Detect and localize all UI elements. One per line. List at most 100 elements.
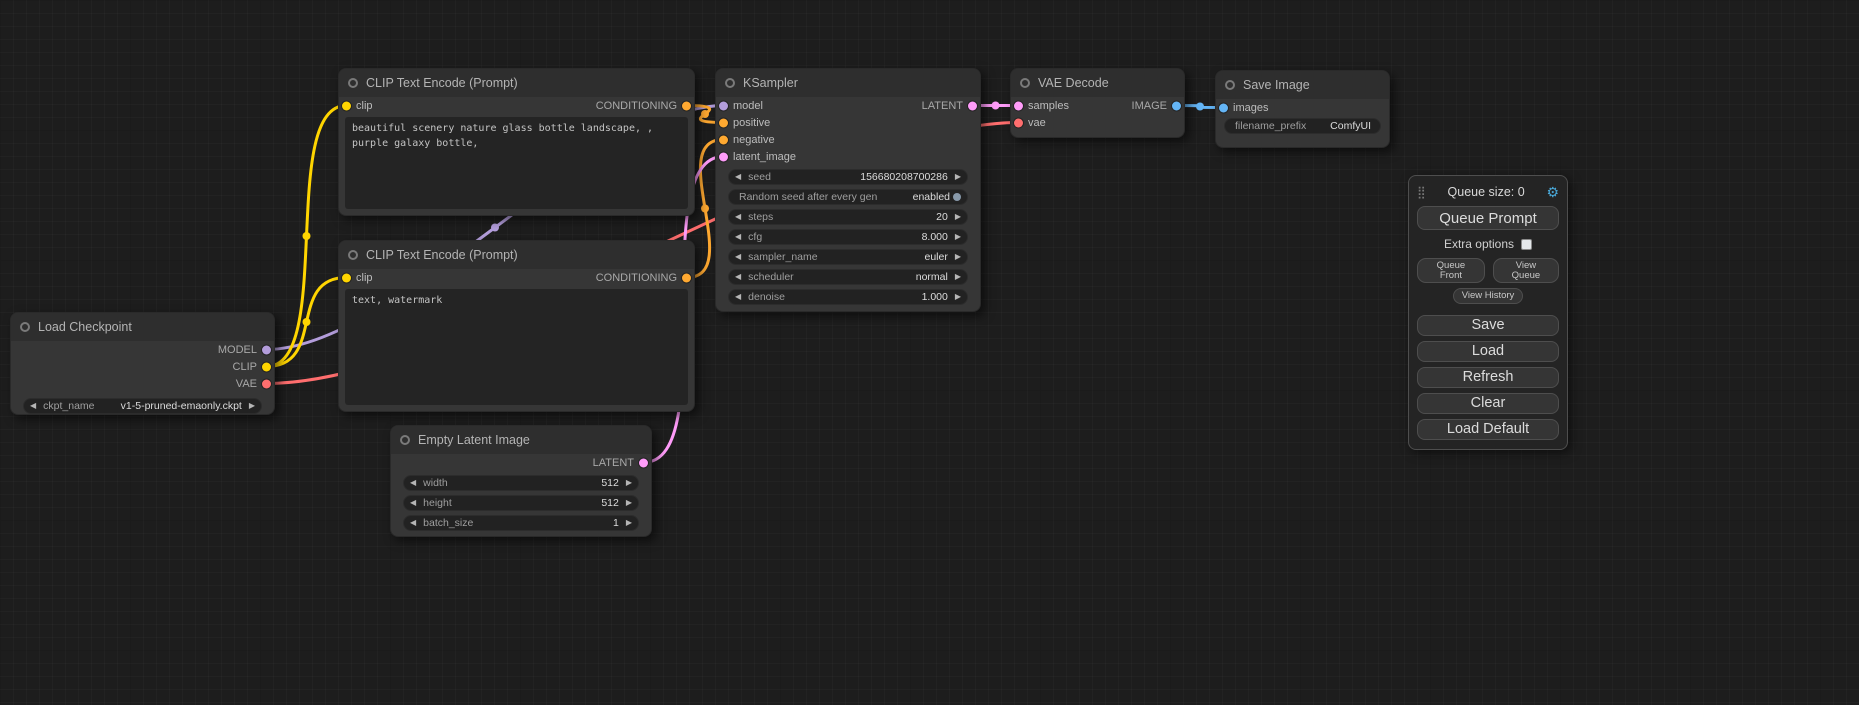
- node-title-bar[interactable]: Save Image: [1216, 71, 1389, 99]
- left-arrow-icon[interactable]: ◀: [735, 253, 741, 261]
- input-port-images[interactable]: [1219, 103, 1228, 112]
- left-arrow-icon[interactable]: ◀: [735, 173, 741, 181]
- output-port-latent[interactable]: [968, 101, 977, 110]
- slot-row: negative: [716, 131, 980, 148]
- collapse-dot-icon[interactable]: [1225, 80, 1235, 90]
- prompt-textarea[interactable]: beautiful scenery nature glass bottle la…: [345, 117, 688, 209]
- output-port-model[interactable]: [262, 345, 271, 354]
- widget-label: batch_size: [423, 518, 473, 529]
- queue-front-button[interactable]: Queue Front: [1417, 258, 1485, 283]
- queue-prompt-button[interactable]: Queue Prompt: [1417, 206, 1559, 230]
- node-clip-text-encode-positive[interactable]: CLIP Text Encode (Prompt) clip CONDITION…: [338, 68, 695, 216]
- output-port-vae[interactable]: [262, 379, 271, 388]
- clear-button[interactable]: Clear: [1417, 393, 1559, 414]
- widget-filename-prefix[interactable]: filename_prefix ComfyUI: [1224, 118, 1381, 134]
- node-load-checkpoint[interactable]: Load Checkpoint MODEL CLIP VAE ◀ ckpt_na…: [10, 312, 275, 415]
- output-label-conditioning: CONDITIONING: [596, 100, 677, 112]
- left-arrow-icon[interactable]: ◀: [735, 233, 741, 241]
- collapse-dot-icon[interactable]: [725, 78, 735, 88]
- widget-scheduler[interactable]: ◀ scheduler normal ▶: [728, 269, 968, 285]
- collapse-dot-icon[interactable]: [348, 78, 358, 88]
- input-port-vae[interactable]: [1014, 118, 1023, 127]
- output-label-conditioning: CONDITIONING: [596, 272, 677, 284]
- drag-handle-icon[interactable]: ⣿: [1417, 185, 1426, 199]
- right-arrow-icon[interactable]: ▶: [955, 253, 961, 261]
- widget-denoise[interactable]: ◀ denoise 1.000 ▶: [728, 289, 968, 305]
- left-arrow-icon[interactable]: ◀: [410, 479, 416, 487]
- prompt-textarea[interactable]: text, watermark: [345, 289, 688, 405]
- node-vae-decode[interactable]: VAE Decode samples IMAGE vae: [1010, 68, 1185, 138]
- input-port-model[interactable]: [719, 101, 728, 110]
- load-default-button[interactable]: Load Default: [1417, 419, 1559, 440]
- right-arrow-icon[interactable]: ▶: [955, 273, 961, 281]
- right-arrow-icon[interactable]: ▶: [626, 499, 632, 507]
- toggle-on-indicator[interactable]: [953, 193, 961, 201]
- left-arrow-icon[interactable]: ◀: [735, 273, 741, 281]
- widget-label: cfg: [748, 232, 762, 243]
- input-port-samples[interactable]: [1014, 101, 1023, 110]
- widget-height[interactable]: ◀ height 512 ▶: [403, 495, 639, 511]
- collapse-dot-icon[interactable]: [20, 322, 30, 332]
- node-graph-canvas[interactable]: Load Checkpoint MODEL CLIP VAE ◀ ckpt_na…: [0, 0, 1859, 705]
- output-port-image[interactable]: [1172, 101, 1181, 110]
- right-arrow-icon[interactable]: ▶: [955, 213, 961, 221]
- widget-batch-size[interactable]: ◀ batch_size 1 ▶: [403, 515, 639, 531]
- widget-steps[interactable]: ◀ steps 20 ▶: [728, 209, 968, 225]
- node-empty-latent-image[interactable]: Empty Latent Image LATENT ◀ width 512 ▶ …: [390, 425, 652, 537]
- node-title-bar[interactable]: CLIP Text Encode (Prompt): [339, 69, 694, 97]
- collapse-dot-icon[interactable]: [400, 435, 410, 445]
- right-arrow-icon[interactable]: ▶: [955, 293, 961, 301]
- input-port-clip[interactable]: [342, 101, 351, 110]
- slot-row: VAE: [11, 375, 274, 392]
- output-port-conditioning[interactable]: [682, 101, 691, 110]
- right-arrow-icon[interactable]: ▶: [955, 173, 961, 181]
- collapse-dot-icon[interactable]: [1020, 78, 1030, 88]
- node-ksampler[interactable]: KSampler model LATENT positive negative …: [715, 68, 981, 312]
- load-button[interactable]: Load: [1417, 341, 1559, 362]
- input-port-latent-image[interactable]: [719, 152, 728, 161]
- widget-label: width: [423, 478, 448, 489]
- left-arrow-icon[interactable]: ◀: [410, 519, 416, 527]
- save-button[interactable]: Save: [1417, 315, 1559, 336]
- widget-label: scheduler: [748, 272, 794, 283]
- right-arrow-icon[interactable]: ▶: [626, 479, 632, 487]
- output-port-conditioning[interactable]: [682, 273, 691, 282]
- right-arrow-icon[interactable]: ▶: [955, 233, 961, 241]
- node-title-bar[interactable]: KSampler: [716, 69, 980, 97]
- input-port-positive[interactable]: [719, 118, 728, 127]
- widget-value: v1-5-pruned-emaonly.ckpt: [121, 401, 242, 412]
- widget-ckpt-name[interactable]: ◀ ckpt_name v1-5-pruned-emaonly.ckpt ▶: [23, 398, 262, 414]
- widget-cfg[interactable]: ◀ cfg 8.000 ▶: [728, 229, 968, 245]
- queue-size-label: Queue size: 0: [1448, 185, 1525, 199]
- node-clip-text-encode-negative[interactable]: CLIP Text Encode (Prompt) clip CONDITION…: [338, 240, 695, 412]
- widget-sampler-name[interactable]: ◀ sampler_name euler ▶: [728, 249, 968, 265]
- node-title-bar[interactable]: Empty Latent Image: [391, 426, 651, 454]
- input-port-negative[interactable]: [719, 135, 728, 144]
- widget-width[interactable]: ◀ width 512 ▶: [403, 475, 639, 491]
- widget-label: sampler_name: [748, 252, 817, 263]
- node-title-bar[interactable]: CLIP Text Encode (Prompt): [339, 241, 694, 269]
- settings-gear-icon[interactable]: ⚙: [1546, 184, 1559, 201]
- input-port-clip[interactable]: [342, 273, 351, 282]
- node-title-bar[interactable]: VAE Decode: [1011, 69, 1184, 97]
- left-arrow-icon[interactable]: ◀: [735, 213, 741, 221]
- node-save-image[interactable]: Save Image images filename_prefix ComfyU…: [1215, 70, 1390, 148]
- widget-label: Random seed after every gen: [739, 192, 877, 203]
- right-arrow-icon[interactable]: ▶: [249, 402, 255, 410]
- widget-seed[interactable]: ◀ seed 156680208700286 ▶: [728, 169, 968, 185]
- refresh-button[interactable]: Refresh: [1417, 367, 1559, 388]
- collapse-dot-icon[interactable]: [348, 250, 358, 260]
- widget-value: 8.000: [922, 232, 948, 243]
- left-arrow-icon[interactable]: ◀: [30, 402, 36, 410]
- view-queue-button[interactable]: View Queue: [1493, 258, 1559, 283]
- node-title-bar[interactable]: Load Checkpoint: [11, 313, 274, 341]
- view-history-button[interactable]: View History: [1453, 288, 1524, 304]
- right-arrow-icon[interactable]: ▶: [626, 519, 632, 527]
- widget-random-seed-toggle[interactable]: Random seed after every gen enabled: [728, 189, 968, 205]
- left-arrow-icon[interactable]: ◀: [410, 499, 416, 507]
- input-label-images: images: [1233, 102, 1268, 114]
- output-port-latent[interactable]: [639, 458, 648, 467]
- output-port-clip[interactable]: [262, 362, 271, 371]
- left-arrow-icon[interactable]: ◀: [735, 293, 741, 301]
- extra-options-checkbox[interactable]: [1521, 239, 1532, 250]
